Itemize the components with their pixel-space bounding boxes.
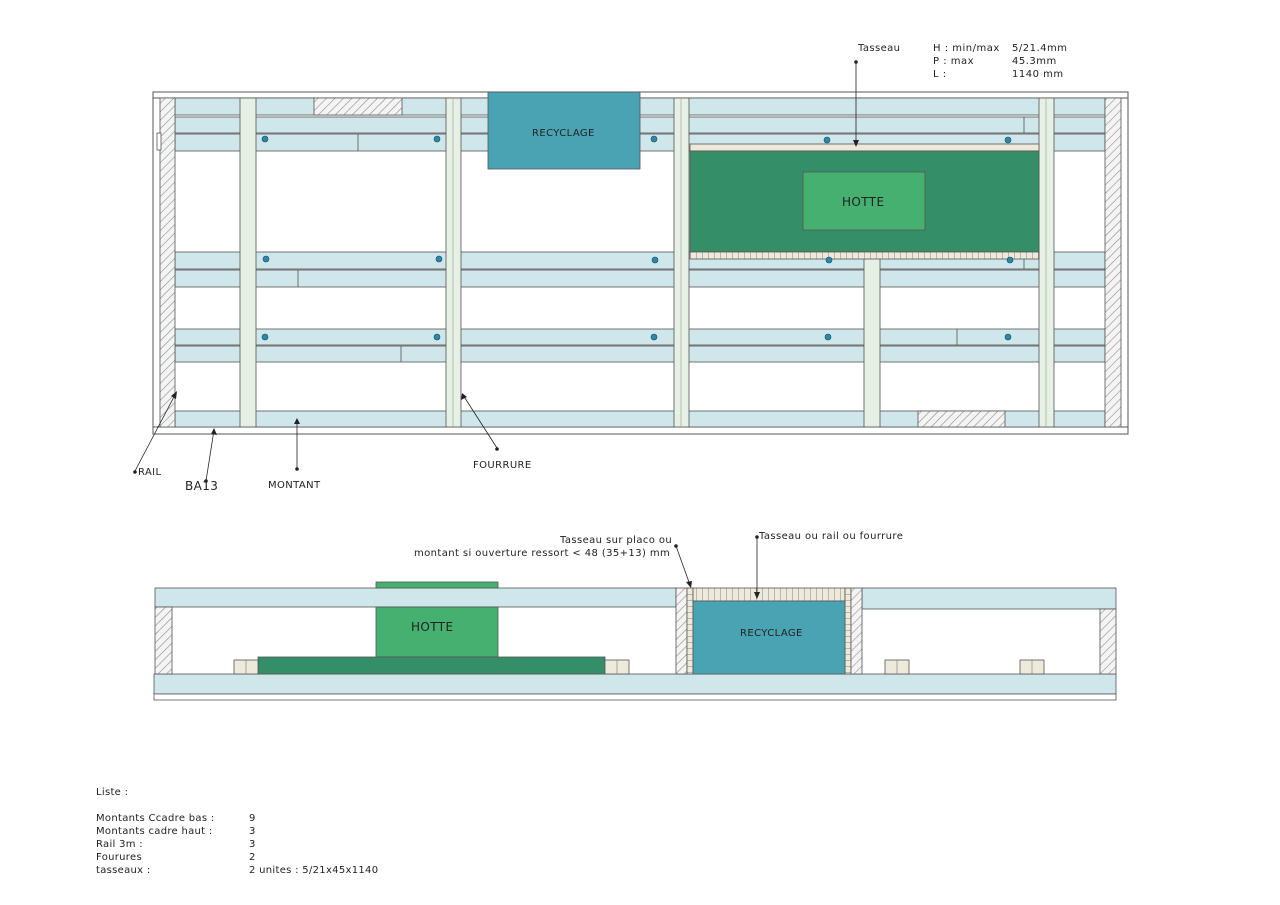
montant-label: MONTANT [268,480,321,491]
section-recyclage-label: RECYCLAGE [740,628,803,639]
spec-val-l: 1140 mm [1012,69,1064,80]
section-leader-lines [675,537,758,596]
spec-val-p: 45.3mm [1012,56,1057,67]
section-recyclage-top-ladder [692,587,846,602]
section-recyclage-left-ladder [686,587,694,675]
recyclage-label: RECYCLAGE [532,128,595,139]
list-item-qty: 9 [249,813,256,824]
hotte-ladder [689,251,1040,260]
list-item-name: Montants Ccadre bas : [96,813,215,824]
section-leader-dots [674,535,759,548]
bottom-hatch-block [917,410,1006,428]
tasseau-label: Tasseau [858,43,901,54]
section-recyclage-right-ladder [844,587,852,675]
section-recyclage-left-hatch [675,587,688,675]
top-view-drawing [133,60,1129,701]
section-hotte-label: HOTTE [411,620,454,634]
list-item-name: tasseaux : [96,865,151,876]
list-item-name: Montants cadre haut : [96,826,213,837]
section-left-hatch [154,606,173,675]
top-hatch-block [313,97,403,116]
section-top-board-right [861,587,1117,610]
list-title: Liste : [96,787,129,798]
rail-label: RAIL [138,467,162,478]
list-item-qty: 2 [249,852,256,863]
list-item-qty: 3 [249,839,256,850]
spec-val-h: 5/21.4mm [1012,43,1068,54]
fourrure-label: FOURRURE [473,460,532,471]
right-end-hatch [1104,97,1122,428]
tasseau-strip [689,143,1040,152]
spec-key-h: H : min/max [933,43,1000,54]
list-item-qty: 3 [249,826,256,837]
section-hotte-base [257,656,606,675]
spec-key-l: L : [933,69,947,80]
list-item-name: Fourures [96,852,142,863]
top-rail-top [152,91,1129,99]
hotte-label: HOTTE [842,195,885,209]
section-recyclage-right-hatch [850,587,863,675]
section-top-board-left [154,587,677,608]
tasseau-placo-line1: Tasseau sur placo ou [560,535,673,546]
left-tab [156,132,162,151]
list-item-name: Rail 3m : [96,839,143,850]
drawing-sheet: RECYCLAGE HOTTE Tasseau H : min/max 5/21… [0,0,1280,905]
section-bottom-board [153,673,1117,695]
top-rail-bottom [152,426,1129,435]
spec-key-p: P : max [933,56,975,67]
tasseau-rail-label: Tasseau ou rail ou fourrure [759,531,904,542]
section-right-hatch [1099,608,1117,675]
list-item-qty: 2 unites : 5/21x45x1140 [249,865,379,876]
section-hotte-cap [375,581,499,589]
section-base-rail [153,693,1117,701]
tasseau-placo-line2: montant si ouverture ressort < 48 (35+13… [414,548,671,559]
left-end-hatch [159,97,176,428]
ba13-label: BA13 [185,479,219,493]
